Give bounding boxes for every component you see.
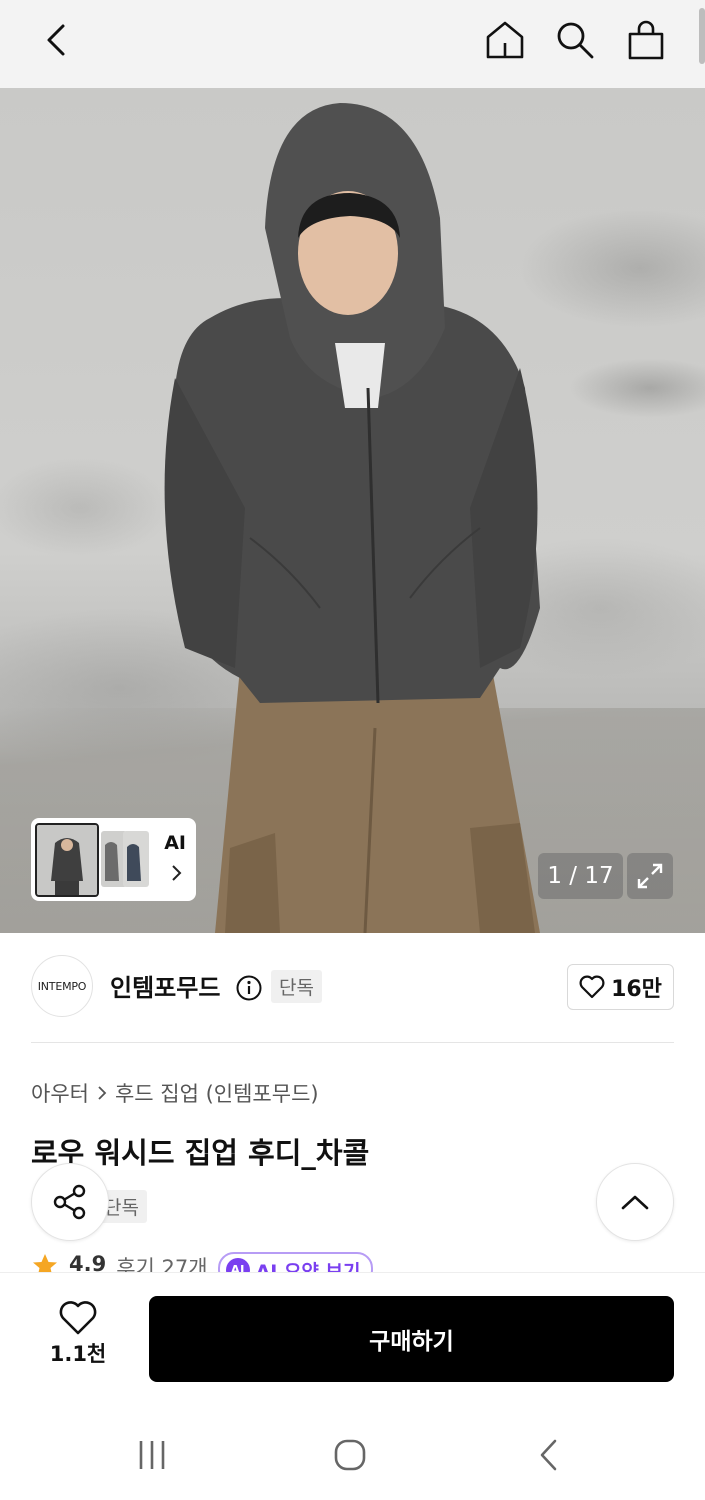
star-icon: [33, 1254, 57, 1274]
wishlist-button[interactable]: 1.1천: [45, 1300, 111, 1380]
brand-logo[interactable]: INTEMPO: [31, 955, 93, 1017]
thumbnail-model-image: [37, 824, 97, 895]
chevron-up-icon: [621, 1195, 649, 1210]
wishlist-count: 1.1천: [49, 1342, 107, 1366]
share-button[interactable]: [31, 1163, 109, 1241]
scroll-to-top-button[interactable]: [596, 1163, 674, 1241]
brand-like-button[interactable]: 16만: [567, 964, 674, 1010]
ai-label: AI: [164, 832, 186, 854]
brand-name[interactable]: 인템포무드: [110, 968, 220, 1003]
system-navigation-bar: [0, 1405, 705, 1500]
recent-apps-button[interactable]: [122, 1435, 182, 1475]
brand-like-count: 16만: [611, 977, 662, 1002]
home-circle-icon: [334, 1439, 366, 1471]
product-image-gallery[interactable]: AI 1 / 17: [0, 88, 705, 933]
system-back-button[interactable]: [518, 1435, 578, 1475]
search-button[interactable]: [547, 12, 603, 68]
brand-logo-text: INTEMPO: [37, 979, 87, 993]
home-system-button[interactable]: [320, 1435, 380, 1475]
chevron-right-icon: [98, 1086, 107, 1100]
review-count[interactable]: 후기 27개: [116, 1252, 207, 1274]
image-counter: 1 / 17: [538, 853, 623, 899]
thumbnail-extra-images: [105, 841, 141, 881]
rating-value: 4.9: [69, 1252, 107, 1274]
heart-icon: [59, 1301, 97, 1335]
exclusive-badge: 단독: [271, 970, 322, 1003]
back-button[interactable]: [28, 12, 84, 68]
breadcrumb-subcategory[interactable]: 후드 집업 (인템포무드): [115, 1078, 319, 1108]
recent-apps-icon: [139, 1441, 165, 1469]
thumbnail-main[interactable]: [35, 822, 99, 897]
back-icon: [540, 1439, 557, 1471]
divider: [31, 1042, 674, 1043]
expand-icon: [637, 863, 663, 889]
top-app-bar: [0, 0, 705, 88]
back-icon: [47, 24, 65, 56]
thumbnail-stack: [101, 823, 153, 897]
model-photo: [164, 103, 540, 933]
shopping-bag-icon: [628, 20, 664, 60]
buy-button[interactable]: 구매하기: [149, 1296, 674, 1382]
info-icon[interactable]: [236, 975, 262, 1001]
ai-styling-thumbnails[interactable]: AI: [31, 818, 196, 901]
breadcrumb: 아우터 후드 집업 (인템포무드): [31, 1078, 319, 1108]
home-icon: [486, 21, 524, 59]
ai-summary-button[interactable]: AI AI 요약 보기: [217, 1252, 373, 1274]
chevron-right-icon: [172, 865, 182, 881]
expand-button[interactable]: [627, 853, 673, 899]
home-button[interactable]: [477, 12, 533, 68]
search-icon: [557, 22, 594, 59]
scrollbar[interactable]: [699, 8, 705, 64]
cart-button[interactable]: [618, 12, 674, 68]
heart-icon: [579, 975, 605, 999]
share-icon: [53, 1184, 86, 1220]
breadcrumb-category[interactable]: 아우터: [31, 1078, 89, 1108]
rating-row[interactable]: 4.9 후기 27개 AI AI 요약 보기: [31, 1252, 431, 1274]
